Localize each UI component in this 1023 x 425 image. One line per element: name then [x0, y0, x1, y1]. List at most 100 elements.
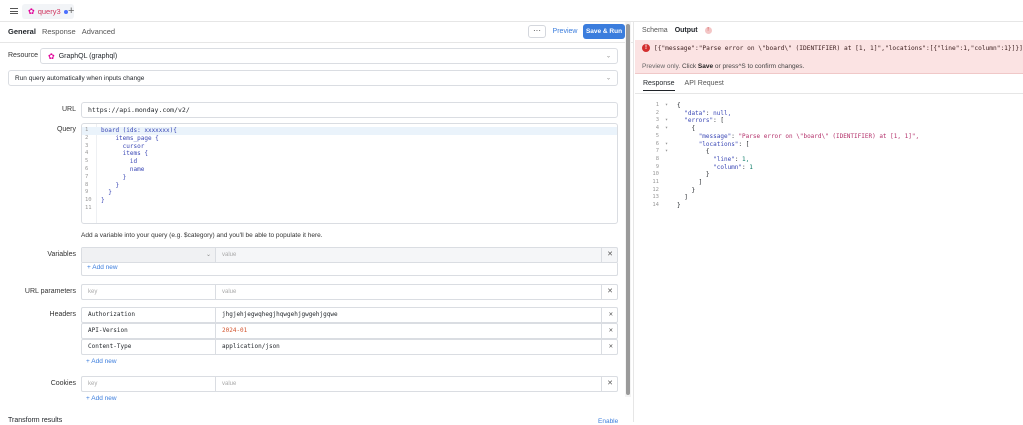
plus-icon: +: [86, 358, 90, 365]
json-text: {: [677, 125, 696, 133]
remove-row-icon[interactable]: ✕: [607, 287, 613, 295]
variable-name-select[interactable]: ⌄: [82, 248, 216, 262]
hamburger-menu-icon[interactable]: [10, 8, 18, 14]
plus-icon: +: [87, 264, 91, 271]
line-number: 1: [655, 102, 659, 108]
param-value-input[interactable]: value: [216, 285, 602, 299]
line-number: 9: [85, 189, 89, 196]
fold-toggle-icon[interactable]: ▾: [665, 148, 668, 156]
chevron-down-icon: ⌄: [605, 75, 611, 82]
add-new-label: Add new: [92, 264, 118, 271]
run-trigger-select[interactable]: Run query automatically when inputs chan…: [8, 70, 618, 86]
remove-row-icon[interactable]: ✕: [607, 250, 613, 258]
code-text: }: [101, 189, 112, 197]
preview-button[interactable]: Preview: [550, 25, 580, 38]
preview-only-text: Preview only.: [642, 63, 681, 70]
remove-row-icon[interactable]: ✕: [607, 379, 613, 387]
json-line: 1 ▾ {: [645, 102, 1005, 110]
code-text: }: [101, 197, 105, 205]
add-header-button[interactable]: + Add new: [86, 358, 117, 365]
tab-api-request[interactable]: API Request: [685, 80, 724, 91]
json-line: 9 "column": 1: [645, 164, 1005, 172]
scrollbar-thumb[interactable]: [626, 24, 630, 395]
code-line: 10}: [82, 197, 617, 205]
code-line: 1 board (ids: xxxxxxx){: [82, 127, 617, 135]
url-parameters-label: URL parameters: [24, 288, 76, 295]
header-value-input[interactable]: 2024-01: [216, 324, 602, 338]
preview-save-text: Save: [697, 63, 714, 70]
line-number: 7: [85, 173, 89, 180]
line-number: 10: [652, 171, 659, 178]
resource-select[interactable]: ✿ GraphQL (graphql) ⌄: [40, 48, 618, 64]
header-key-input[interactable]: Authorization: [82, 308, 216, 322]
code-line: 6 name: [82, 166, 617, 174]
preview-notice: Preview only. Click Save or press^S to c…: [642, 63, 804, 70]
tab-schema[interactable]: Schema: [642, 27, 668, 34]
line-number: 4: [85, 150, 89, 157]
fold-toggle-icon[interactable]: ▾: [665, 102, 668, 110]
header-key-input[interactable]: Content-Type: [82, 340, 216, 354]
code-line: 11: [82, 205, 617, 213]
line-number: 2: [85, 134, 89, 141]
tab-advanced[interactable]: Advanced: [82, 27, 115, 36]
code-text: items {: [101, 150, 148, 158]
json-text: ]: [677, 179, 703, 186]
fold-toggle-icon[interactable]: ▾: [665, 117, 668, 125]
header-row: API-Version 2024-01 ✕: [81, 323, 618, 339]
header-value-input[interactable]: jhgjehjegwqhegjhqwgehjgwgehjgqwe: [216, 308, 602, 322]
code-line: 7 }: [82, 174, 617, 182]
json-line: 10 }: [645, 171, 1005, 179]
resource-label: Resource: [8, 52, 38, 59]
cookie-key-input[interactable]: key: [82, 377, 216, 391]
tab-query3[interactable]: ✿ query3: [22, 4, 74, 19]
line-number: 1: [85, 127, 89, 133]
line-number: 11: [652, 179, 659, 185]
add-tab-button[interactable]: +: [68, 5, 74, 17]
url-parameter-row: key value ✕: [81, 284, 618, 300]
line-number: 8: [655, 155, 659, 162]
json-response-viewer[interactable]: 1 ▾{2 "data": null, 3 ▾ "errors": [4 ▾ {5 "m…: [645, 102, 1005, 222]
divider: [635, 93, 1023, 94]
json-text: "column": 1: [713, 163, 753, 171]
more-options-button[interactable]: ···: [528, 25, 546, 38]
preview-rest-text: or press^S to confirm changes.: [714, 63, 805, 70]
remove-row-icon[interactable]: ✕: [609, 326, 613, 334]
param-key-input[interactable]: key: [82, 285, 216, 299]
variable-row: ⌄ value ✕: [81, 247, 618, 263]
save-and-run-button[interactable]: Save & Run: [583, 24, 625, 39]
add-variable-button[interactable]: + Add new: [87, 264, 118, 271]
json-line: 12 }: [645, 187, 1005, 195]
code-text: cursor: [101, 142, 145, 150]
code-line: 3 cursor: [82, 143, 617, 151]
json-text: "line": 1,: [713, 155, 750, 163]
line-number: 9: [655, 163, 659, 170]
json-text: ]: [677, 194, 688, 202]
fold-toggle-icon[interactable]: ▾: [665, 141, 668, 149]
code-text: id: [101, 158, 138, 166]
tab-response[interactable]: Response: [42, 27, 76, 36]
editor-subtabs: General Response Advanced: [8, 27, 115, 36]
line-number: 5: [85, 158, 89, 165]
tab-response-output[interactable]: Response: [643, 80, 675, 91]
line-number: 7: [655, 148, 659, 155]
header-value-input[interactable]: application/json: [216, 340, 602, 354]
add-cookie-button[interactable]: + Add new: [86, 395, 117, 402]
query-code-editor[interactable]: 1 board (ids: xxxxxxx){2 items_page {3 cu…: [81, 123, 618, 224]
json-line: 11 ]: [645, 179, 1005, 187]
remove-row-icon[interactable]: ✕: [609, 310, 613, 318]
remove-row-icon[interactable]: ✕: [609, 342, 613, 350]
line-number: 14: [652, 202, 659, 209]
header-key-input[interactable]: API-Version: [82, 324, 216, 338]
tab-general[interactable]: General: [8, 27, 36, 36]
url-input[interactable]: https://api.monday.com/v2/: [81, 102, 618, 118]
output-panel: Schema Output ! ! [{"message":"Parse err…: [635, 22, 1023, 422]
line-number: 6: [85, 166, 89, 172]
graphql-icon: ✿: [48, 51, 55, 61]
fold-toggle-icon[interactable]: ▾: [665, 125, 668, 133]
tab-output[interactable]: Output: [675, 27, 698, 34]
json-text: }: [677, 171, 710, 179]
code-line: 5 id: [82, 158, 617, 166]
variable-value-input[interactable]: value: [216, 248, 602, 262]
cookie-value-input[interactable]: value: [216, 377, 602, 391]
line-number: 12: [652, 186, 659, 193]
